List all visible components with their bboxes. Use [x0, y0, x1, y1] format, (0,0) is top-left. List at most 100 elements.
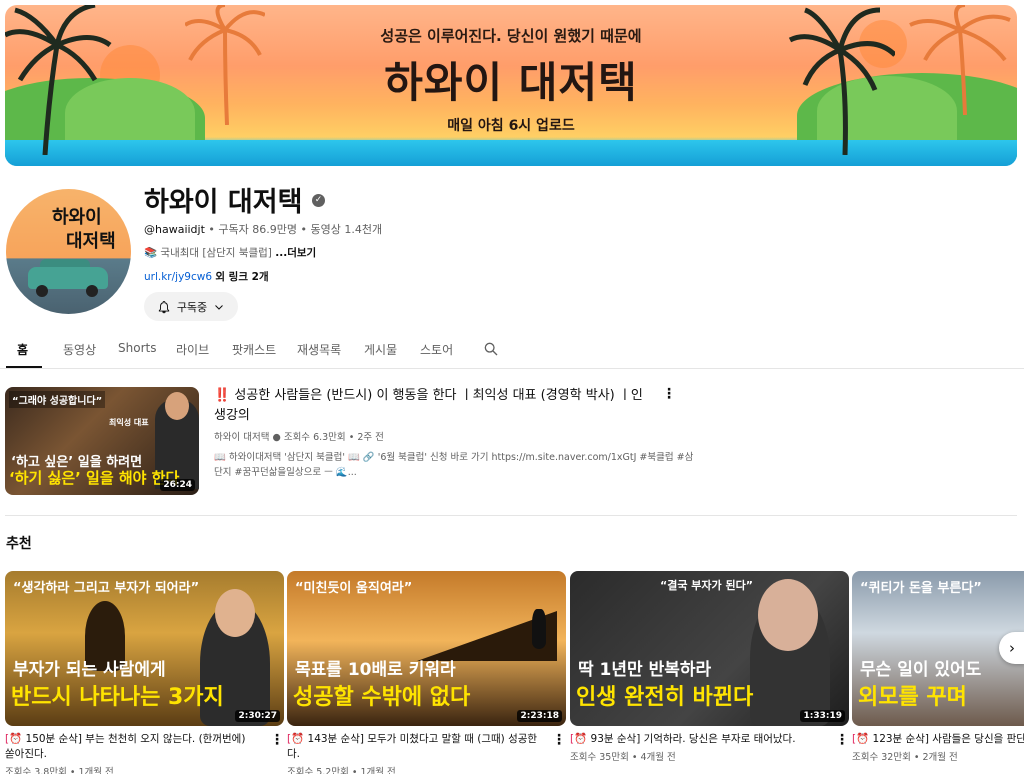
video-meta: 조회수 5.2만회 • 1개월 전 — [287, 767, 396, 774]
channel-name-small[interactable]: 하와이 대저택 — [214, 432, 269, 443]
title-text: 143분 순삭] 모두가 미쳤다고 말할 때 (그때) 성공한다. — [287, 733, 538, 760]
section-title-recommended: 추천 — [6, 536, 32, 552]
video-thumbnail[interactable]: “미친듯이 움직여라” 목표를 10배로 키워라 성공할 수밖에 없다 2:23… — [287, 571, 566, 726]
tab-podcasts[interactable]: 팟캐스트 — [232, 341, 276, 358]
channel-banner: 성공은 이루어진다. 당신이 원했기 때문에 하와이 대저택 매일 아침 6시 … — [5, 5, 1017, 166]
thumbnail-quote: “미친듯이 움직여라” — [295, 581, 413, 596]
alarm-clock-icon: [⏰ — [5, 733, 23, 745]
thumbnail-name: 최익성 대표 — [109, 418, 149, 427]
thumbnail-quote: “그래야 성공합니다” — [9, 391, 106, 408]
banner-tagline: 성공은 이루어진다. 당신이 원했기 때문에 — [380, 27, 642, 45]
channel-page: 성공은 이루어진다. 당신이 원했기 때문에 하와이 대저택 매일 아침 6시 … — [0, 0, 1024, 774]
video-card[interactable]: “미친듯이 움직여라” 목표를 10배로 키워라 성공할 수밖에 없다 2:23… — [287, 571, 566, 774]
thumbnail-text: 반드시 나타나는 3가지 — [11, 685, 224, 710]
video-thumbnail[interactable]: “생각하라 그리고 부자가 되어라” 부자가 되는 사람에게 반드시 나타나는 … — [5, 571, 284, 726]
channel-handle: @hawaiidjt — [144, 223, 205, 236]
tab-home[interactable]: 홈 — [17, 341, 28, 358]
wheel-icon — [86, 285, 98, 297]
separator: • — [208, 223, 219, 236]
more-links-button[interactable]: 외 링크 2개 — [215, 271, 268, 283]
thumbnail-text: 인생 완전히 바뀐다 — [576, 685, 754, 710]
separator: • — [300, 223, 311, 236]
thumbnail-text: 목표를 10배로 키워라 — [295, 660, 456, 680]
video-meta: 조회수 35만회 • 4개월 전 — [570, 752, 676, 763]
video-duration: 26:24 — [160, 479, 195, 491]
chevron-right-icon[interactable]: › — [999, 632, 1024, 664]
subscribed-label: 구독중 — [176, 300, 208, 314]
featured-video-title[interactable]: ‼️ 성공한 사람들은 (반드시) 이 행동을 한다 ㅣ최익성 대표 (경영학 … — [214, 386, 654, 426]
video-thumbnail[interactable]: “결국 부자가 된다” 딱 1년만 반복하라 인생 완전히 바뀐다 1:33:1… — [570, 571, 849, 726]
thumbnail-text: ‘하기 싫은’ 일을 해야 한다 — [9, 469, 180, 487]
video-title[interactable]: [⏰ 150분 순삭] 부는 천천히 오지 않는다. (한꺼번에) 쏟아진다. — [5, 732, 257, 762]
video-duration: 1:33:19 — [800, 710, 845, 722]
alarm-clock-icon: [⏰ — [287, 733, 305, 745]
video-meta: 조회수 3.8만회 • 1개월 전 — [5, 767, 114, 774]
more-actions-icon[interactable]: ⋮ — [835, 733, 849, 749]
alarm-clock-icon: [⏰ — [852, 733, 870, 745]
featured-video-thumbnail[interactable]: “그래야 성공합니다” 최익성 대표 ‘하고 싶은’ 일을 하려면 ‘하기 싫은… — [5, 387, 199, 495]
verified-check-icon: ● — [272, 432, 281, 443]
more-link[interactable]: ...더보기 — [275, 247, 316, 259]
tab-videos[interactable]: 동영상 — [63, 341, 96, 358]
channel-description[interactable]: 📚 국내최대 [삼단지 북클럽] ...더보기 — [144, 245, 316, 260]
tab-posts[interactable]: 게시물 — [364, 341, 397, 358]
thumbnail-quote: “결국 부자가 된다” — [660, 579, 753, 592]
bell-icon — [158, 300, 169, 313]
tab-store[interactable]: 스토어 — [420, 341, 453, 358]
thumbnail-face — [758, 579, 818, 651]
thumbnail-text: 딱 1년만 반복하라 — [578, 660, 712, 680]
channel-name: 하와이 대저택 — [144, 187, 303, 218]
verified-check-icon: ✓ — [312, 194, 325, 207]
channel-meta: @hawaiidjt • 구독자 86.9만명 • 동영상 1.4천개 — [144, 221, 382, 237]
video-title[interactable]: [⏰ 123분 순삭] 사람들은 당신을 판단한다 — [852, 732, 1024, 747]
description-text: 📚 국내최대 [삼단지 북클럽] — [144, 247, 272, 259]
video-count: 동영상 1.4천개 — [310, 223, 383, 236]
featured-video-description: 📖 하와이대저택 '삼단지 북클럽' 📖 🔗 '6월 북클럽' 신청 바로 가기… — [214, 452, 694, 478]
channel-tabs: 홈 동영상 Shorts 라이브 팟캐스트 재생목록 게시물 스토어 — [0, 334, 1024, 369]
more-actions-icon[interactable]: ⋮ — [270, 733, 284, 749]
divider — [5, 515, 1017, 516]
thumbnail-text: 부자가 되는 사람에게 — [13, 660, 166, 680]
thumbnail-text: 무슨 일이 있어도 — [860, 660, 982, 680]
upload-age: 2주 전 — [357, 432, 384, 443]
tab-shorts[interactable]: Shorts — [118, 341, 156, 355]
video-card[interactable]: “생각하라 그리고 부자가 되어라” 부자가 되는 사람에게 반드시 나타나는 … — [5, 571, 284, 774]
thumbnail-quote: “퀴티가 돈을 부른다” — [860, 581, 982, 596]
search-icon[interactable] — [483, 341, 499, 357]
thumbnail-text: 성공할 수밖에 없다 — [293, 685, 471, 710]
video-title[interactable]: [⏰ 93분 순삭] 기억하라. 당신은 부자로 태어났다. — [570, 732, 822, 747]
subscriber-count: 구독자 86.9만명 — [218, 223, 298, 236]
banner-schedule: 매일 아침 6시 업로드 — [447, 118, 575, 134]
video-duration: 2:30:27 — [235, 710, 280, 722]
video-card[interactable]: “결국 부자가 된다” 딱 1년만 반복하라 인생 완전히 바뀐다 1:33:1… — [570, 571, 849, 763]
video-meta: 조회수 32만회 • 2개월 전 — [852, 752, 958, 763]
tab-playlists[interactable]: 재생목록 — [297, 341, 341, 358]
more-actions-icon[interactable]: ⋮ — [552, 733, 566, 749]
chevron-down-icon — [215, 304, 224, 310]
thumbnail-quote: “생각하라 그리고 부자가 되어라” — [13, 581, 200, 596]
banner-title: 하와이 대저택 — [384, 58, 638, 107]
thumbnail-face — [215, 589, 255, 637]
avatar-text: 대저택 — [66, 231, 116, 252]
active-tab-indicator — [6, 366, 42, 368]
video-title[interactable]: [⏰ 143분 순삭] 모두가 미쳤다고 말할 때 (그때) 성공한다. — [287, 732, 539, 762]
video-duration: 2:23:18 — [517, 710, 562, 722]
title-text: 123분 순삭] 사람들은 당신을 판단한다 — [872, 733, 1024, 745]
title-text: 93분 순삭] 기억하라. 당신은 부자로 태어났다. — [587, 733, 796, 745]
wheel-icon — [36, 285, 48, 297]
view-count: 조회수 6.3만회 — [283, 432, 346, 443]
video-card[interactable]: “퀴티가 돈을 부른다” 무슨 일이 있어도 외모를 꾸며 [⏰ 123분 순삭… — [852, 571, 1024, 763]
alarm-clock-icon: [⏰ — [570, 733, 588, 745]
channel-links: url.kr/jy9cw6 외 링크 2개 — [144, 269, 269, 284]
title-text: 성공한 사람들은 (반드시) 이 행동을 한다 ㅣ최익성 대표 (경영학 박사)… — [214, 388, 643, 423]
tab-live[interactable]: 라이브 — [176, 341, 209, 358]
double-exclamation-icon: ‼️ — [214, 388, 231, 403]
thumbnail-face — [165, 392, 189, 420]
channel-avatar[interactable]: 하와이 대저택 — [6, 189, 131, 314]
channel-link[interactable]: url.kr/jy9cw6 — [144, 271, 212, 283]
thumbnail-text: 외모를 꾸며 — [858, 685, 967, 710]
more-actions-icon[interactable]: ⋮ — [662, 387, 676, 403]
thumbnail-figure — [532, 609, 546, 649]
subscribed-button[interactable]: 구독중 — [144, 292, 238, 321]
featured-video-meta: 하와이 대저택 ● 조회수 6.3만회 • 2주 전 — [214, 429, 384, 443]
